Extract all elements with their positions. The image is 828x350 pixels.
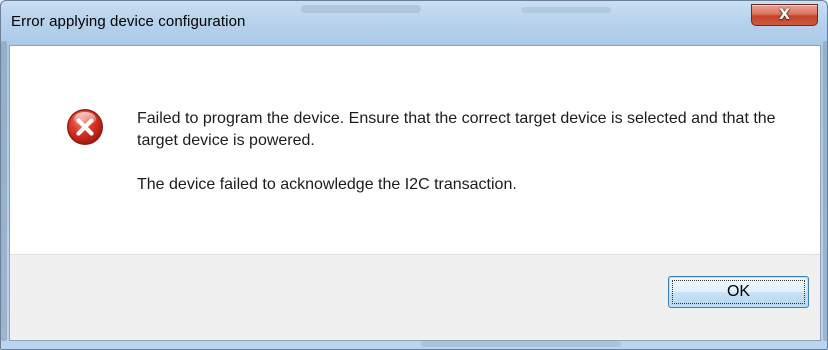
dialog-window: Error applying device configuration X Fa… bbox=[0, 0, 828, 350]
frame-glass-reflection bbox=[301, 5, 421, 13]
button-bar: OK bbox=[10, 254, 820, 340]
window-title: Error applying device configuration bbox=[11, 13, 246, 30]
close-icon: X bbox=[779, 7, 790, 23]
error-message-detail: The device failed to acknowledge the I2C… bbox=[137, 176, 517, 193]
frame-left-edge bbox=[1, 41, 7, 341]
error-message-main: Failed to program the device. Ensure tha… bbox=[137, 110, 776, 149]
close-button[interactable]: X bbox=[751, 4, 818, 26]
frame-right-edge bbox=[823, 41, 827, 341]
ok-button[interactable]: OK bbox=[668, 276, 809, 308]
ok-button-label: OK bbox=[726, 283, 751, 300]
frame-bottom-reflection bbox=[421, 341, 621, 347]
message-area: Failed to program the device. Ensure tha… bbox=[10, 46, 820, 254]
dialog-client-area: Failed to program the device. Ensure tha… bbox=[9, 45, 821, 341]
frame-glass-reflection bbox=[521, 7, 611, 13]
error-icon bbox=[67, 109, 103, 145]
error-message: Failed to program the device. Ensure tha… bbox=[137, 108, 797, 196]
